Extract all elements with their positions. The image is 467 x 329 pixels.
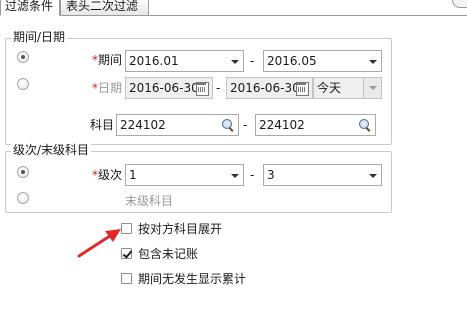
radio-selected-dot — [21, 170, 25, 174]
subject-from-value: 224102 — [120, 118, 166, 132]
chevron-down-icon[interactable] — [369, 174, 377, 178]
chevron-down-icon[interactable] — [231, 174, 239, 178]
date-label-text: 日期 — [98, 81, 123, 95]
date-preset-value: 今天 — [317, 81, 342, 95]
panel-corner-button[interactable] — [452, 0, 467, 8]
date-from-value: 2016-06-30 — [129, 81, 199, 95]
expand-by-counterpart-label: 按对方科目展开 — [138, 222, 223, 236]
subject-range-dash: - — [243, 118, 248, 132]
level-label: *级次 — [92, 167, 122, 183]
period-from-value: 2016.01 — [129, 54, 179, 68]
subject-label: 科目 — [90, 118, 115, 132]
tab-filter-conditions[interactable]: 过滤条件 — [0, 0, 60, 16]
level-to-combo[interactable]: 3 — [263, 164, 382, 186]
annotation-arrow-icon — [77, 229, 121, 258]
date-to-value: 2016-06-30 — [230, 81, 300, 95]
level-from-value: 1 — [129, 168, 137, 182]
calendar-icon[interactable] — [196, 82, 209, 96]
tab-header-secondary-filter[interactable]: 表头二次过滤 — [60, 0, 149, 16]
subject-to-value: 224102 — [259, 118, 305, 132]
period-to-value: 2016.05 — [267, 54, 317, 68]
leaf-subject-label: 末级科目 — [125, 194, 174, 208]
chevron-down-icon — [369, 86, 377, 90]
chevron-down-icon[interactable] — [369, 60, 377, 64]
date-preset-combo[interactable]: 今天 — [313, 77, 382, 99]
calendar-icon[interactable] — [296, 82, 309, 96]
level-from-combo[interactable]: 1 — [125, 164, 244, 186]
level-range-dash: - — [250, 168, 255, 182]
level-label-text: 级次 — [98, 168, 123, 182]
subject-to-field[interactable]: 224102 — [255, 114, 376, 136]
leaf-subject-radio[interactable] — [17, 192, 29, 204]
search-icon-handle — [228, 127, 234, 132]
subject-from-field[interactable]: 224102 — [116, 114, 239, 136]
date-from-picker[interactable]: 2016-06-30 — [125, 77, 213, 99]
show-cumulative-label: 期间无发生显示累计 — [138, 272, 247, 286]
level-to-value: 3 — [267, 168, 275, 182]
date-to-picker[interactable]: 2016-06-30 — [226, 77, 313, 99]
period-to-combo[interactable]: 2016.05 — [263, 50, 382, 72]
level-radio[interactable] — [17, 166, 29, 178]
tab-label: 过滤条件 — [5, 0, 54, 13]
dropdown-button[interactable] — [363, 78, 381, 98]
period-label: *期间 — [92, 52, 122, 68]
chevron-down-icon[interactable] — [231, 60, 239, 64]
tab-label: 表头二次过滤 — [66, 0, 139, 13]
period-date-group-legend: 期间/日期 — [11, 30, 68, 44]
search-icon-handle — [365, 127, 371, 132]
period-radio[interactable] — [17, 51, 29, 63]
include-unposted-label: 包含未记账 — [138, 247, 199, 261]
period-from-combo[interactable]: 2016.01 — [125, 50, 244, 72]
date-range-dash: - — [216, 81, 221, 95]
date-radio[interactable] — [17, 78, 29, 90]
period-range-dash: - — [250, 54, 255, 68]
level-leaf-group-legend: 级次/末级科目 — [11, 143, 92, 157]
radio-selected-dot — [21, 55, 25, 59]
search-icon[interactable] — [221, 118, 235, 132]
show-cumulative-checkbox[interactable] — [121, 273, 132, 284]
date-label: *日期 — [92, 80, 122, 96]
period-label-text: 期间 — [98, 53, 123, 67]
search-icon[interactable] — [358, 118, 372, 132]
